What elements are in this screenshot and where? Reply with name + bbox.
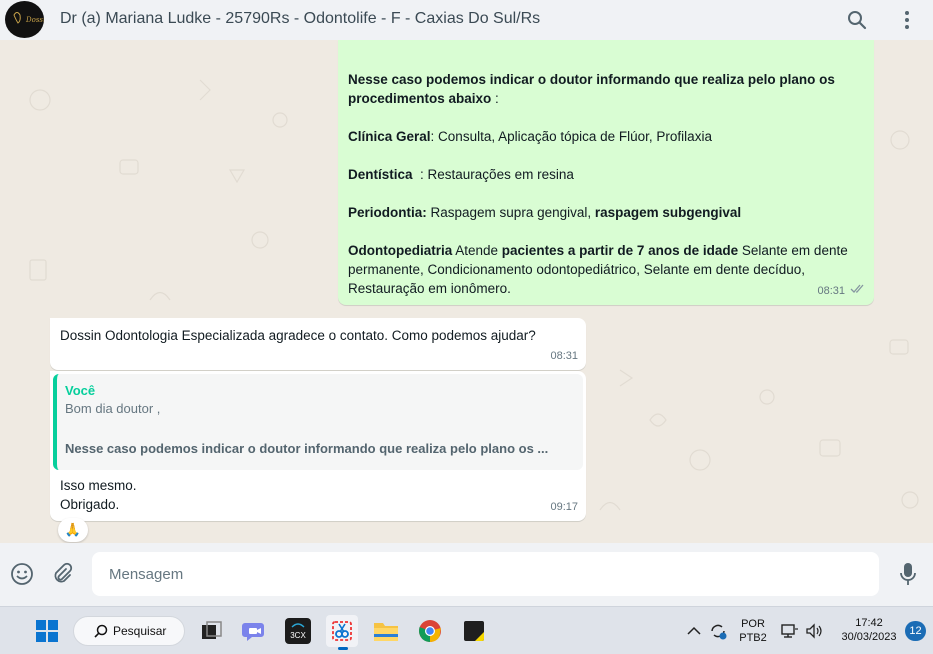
snipping-tool-icon[interactable] xyxy=(326,615,358,650)
outgoing-message[interactable]: Nesse caso podemos indicar o doutor info… xyxy=(338,40,874,305)
message-paragraph: Odontopediatria Atende pacientes a parti… xyxy=(348,243,848,296)
quote-spacer xyxy=(65,419,575,439)
reply-line: Obrigado. xyxy=(60,497,120,512)
quote-author: Você xyxy=(65,383,96,398)
microphone-icon[interactable] xyxy=(894,560,922,588)
svg-text:Dossin: Dossin xyxy=(25,16,44,24)
app-3cx-icon[interactable]: 3CX xyxy=(282,615,314,647)
reply-line: Isso mesmo. xyxy=(60,478,137,493)
message-time: 08:31 xyxy=(550,350,578,362)
notification-badge[interactable]: 12 xyxy=(905,621,926,641)
reaction-badge[interactable]: 🙏 xyxy=(58,518,88,542)
volume-icon[interactable] xyxy=(802,615,826,647)
message-input[interactable] xyxy=(92,552,879,596)
message-paragraph: Nesse caso podemos indicar o doutor info… xyxy=(348,72,835,106)
quote-line: Nesse caso podemos indicar o doutor info… xyxy=(65,441,549,456)
contact-avatar[interactable]: Dossin xyxy=(5,1,44,38)
language-indicator[interactable]: POR PTB2 xyxy=(736,617,770,645)
active-indicator xyxy=(338,647,348,650)
network-icon[interactable] xyxy=(778,615,802,647)
menu-dots-icon[interactable] xyxy=(894,7,920,33)
search-label: Pesquisar xyxy=(113,624,167,638)
double-check-icon xyxy=(850,280,866,299)
attach-icon[interactable] xyxy=(48,560,76,588)
teams-chat-icon[interactable] xyxy=(238,615,270,647)
sync-icon[interactable] xyxy=(706,615,730,647)
message-paragraph: Clínica Geral: Consulta, Aplicação tópic… xyxy=(348,129,712,144)
system-clock[interactable]: 17:42 30/03/2023 xyxy=(834,616,904,644)
chrome-icon[interactable] xyxy=(414,615,446,647)
search-icon xyxy=(94,624,108,638)
chat-header: Dossin Dr (a) Mariana Ludke - 25790Rs - … xyxy=(0,0,933,40)
chevron-up-icon[interactable] xyxy=(684,615,704,647)
message-time: 09:17 xyxy=(550,501,578,513)
message-paragraph: Periodontia: Raspagem supra gengival, ra… xyxy=(348,205,742,220)
incoming-message[interactable]: Dossin Odontologia Especializada agradec… xyxy=(50,318,586,370)
reply-message[interactable]: Você Bom dia doutor , Nesse caso podemos… xyxy=(50,371,586,521)
dossin-logo-icon: Dossin xyxy=(6,1,44,38)
taskbar-search[interactable]: Pesquisar xyxy=(73,616,185,646)
chat-title[interactable]: Dr (a) Mariana Ludke - 25790Rs - Odontol… xyxy=(60,10,540,28)
composer xyxy=(0,543,933,606)
file-explorer-icon[interactable] xyxy=(370,615,402,647)
quote-line: Bom dia doutor , xyxy=(65,401,161,416)
windows-start-icon[interactable] xyxy=(31,615,63,647)
search-icon[interactable] xyxy=(844,7,870,33)
message-time: 08:31 xyxy=(817,285,845,297)
message-text: Dossin Odontologia Especializada agradec… xyxy=(60,328,536,343)
windows-taskbar: Pesquisar 3CX POR PTB2 17:42 30/03/2023 … xyxy=(0,606,933,654)
chat-area[interactable]: Nesse caso podemos indicar o doutor info… xyxy=(0,40,933,543)
svg-text:3CX: 3CX xyxy=(290,631,306,640)
reply-text: Isso mesmo. Obrigado. xyxy=(53,470,583,520)
emoji-icon[interactable] xyxy=(8,560,36,588)
quoted-message[interactable]: Você Bom dia doutor , Nesse caso podemos… xyxy=(53,374,583,470)
sticky-notes-icon[interactable] xyxy=(458,615,490,647)
message-paragraph: Dentística : Restaurações em resina xyxy=(348,167,574,182)
task-view-icon[interactable] xyxy=(196,615,228,647)
